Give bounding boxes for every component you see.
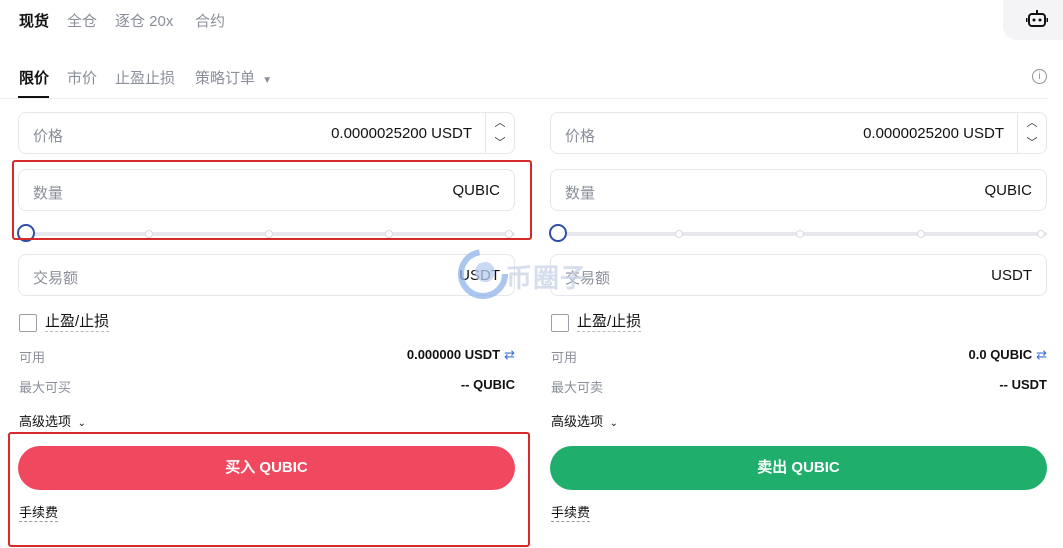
sell-tpsl-checkbox[interactable] [551, 314, 569, 332]
highlight-amount-box [12, 160, 532, 240]
sell-slider-thumb[interactable] [549, 224, 567, 242]
sell-amount-label: 数量 [565, 185, 596, 202]
increment-icon[interactable]: ︿ [1018, 113, 1046, 133]
decrement-icon[interactable]: ﹀ [1018, 133, 1046, 153]
tab-spot[interactable]: 现货 [19, 10, 49, 31]
sell-max-value: -- USDT [999, 377, 1047, 392]
swap-icon[interactable]: ⇄ [504, 347, 515, 362]
tabs-divider [0, 98, 1049, 99]
sell-fee-label[interactable]: 手续费 [551, 505, 591, 522]
buy-total-field[interactable]: 交易额 USDT [18, 254, 515, 296]
tab-contract[interactable]: 合约 [195, 10, 225, 31]
tab-limit[interactable]: 限价 [19, 67, 49, 88]
sell-price-value[interactable]: 0.0000025200 USDT [863, 125, 1004, 142]
tab-strategy[interactable]: 策略订单 ▼ [195, 67, 272, 88]
sell-amount-slider[interactable] [558, 230, 1047, 238]
buy-total-label: 交易额 [33, 270, 79, 287]
sell-advanced-options[interactable]: 高级选项 ⌄ [551, 411, 618, 430]
chevron-down-icon: ⌄ [609, 418, 619, 429]
swap-icon[interactable]: ⇄ [1036, 347, 1047, 362]
chevron-down-icon: ⌄ [77, 418, 87, 429]
buy-available-value: 0.000000 USDT [406, 347, 501, 362]
sell-max-label: 最大可卖 [551, 380, 604, 395]
info-icon[interactable]: i [1032, 69, 1047, 84]
buy-price-label: 价格 [33, 128, 64, 145]
slider-step-50[interactable] [796, 230, 804, 238]
sell-price-stepper[interactable]: ︿ ﹀ [1017, 113, 1046, 153]
buy-max-label: 最大可买 [19, 380, 72, 395]
tab-isolated-margin[interactable]: 逐仓 20x [115, 10, 173, 31]
watermark-logo: 币圈子 [458, 244, 608, 304]
sell-advanced-label: 高级选项 [551, 414, 604, 429]
sell-total-field[interactable]: 交易额 USDT [550, 254, 1047, 296]
buy-price-value[interactable]: 0.0000025200 USDT [331, 125, 472, 142]
sell-button[interactable]: 卖出 QUBIC [550, 446, 1047, 490]
sell-price-label: 价格 [565, 128, 596, 145]
buy-advanced-options[interactable]: 高级选项 ⌄ [19, 411, 86, 430]
buy-available: 0.000000 USDT ⇄ [407, 347, 515, 363]
slider-step-75[interactable] [917, 230, 925, 238]
buy-price-stepper[interactable]: ︿ ﹀ [485, 113, 514, 153]
slider-step-100[interactable] [1037, 230, 1045, 238]
slider-step-25[interactable] [675, 230, 683, 238]
robot-icon [1026, 10, 1048, 27]
watermark-text: 币圈子 [506, 263, 588, 293]
increment-icon[interactable]: ︿ [486, 113, 514, 133]
tab-strategy-label: 策略订单 [195, 70, 256, 87]
bot-button[interactable] [1003, 0, 1063, 40]
sell-total-unit: USDT [991, 267, 1032, 284]
buy-max-value: -- QUBIC [460, 377, 515, 392]
buy-tpsl-label[interactable]: 止盈/止损 [45, 313, 110, 332]
buy-tpsl-checkbox[interactable] [19, 314, 37, 332]
buy-price-field[interactable]: 价格 0.0000025200 USDT ︿ ﹀ [18, 112, 515, 154]
decrement-icon[interactable]: ﹀ [486, 133, 514, 153]
sell-price-field[interactable]: 价格 0.0000025200 USDT ︿ ﹀ [550, 112, 1047, 154]
tab-cross-margin[interactable]: 全仓 [67, 10, 97, 31]
watermark-logo-icon [458, 249, 508, 299]
sell-available: 0.0 QUBIC ⇄ [969, 347, 1047, 363]
sell-tpsl-label[interactable]: 止盈/止损 [577, 313, 642, 332]
buy-available-label: 可用 [19, 350, 46, 365]
sell-amount-unit: QUBIC [984, 182, 1032, 199]
tab-market[interactable]: 市价 [67, 67, 97, 88]
caret-down-icon: ▼ [262, 75, 273, 86]
buy-advanced-label: 高级选项 [19, 414, 72, 429]
sell-available-value: 0.0 QUBIC [968, 347, 1033, 362]
sell-available-label: 可用 [551, 350, 578, 365]
highlight-buy-box [8, 432, 530, 547]
sell-amount-field[interactable]: 数量 QUBIC [550, 169, 1047, 211]
tab-tpsl[interactable]: 止盈止损 [115, 67, 175, 88]
